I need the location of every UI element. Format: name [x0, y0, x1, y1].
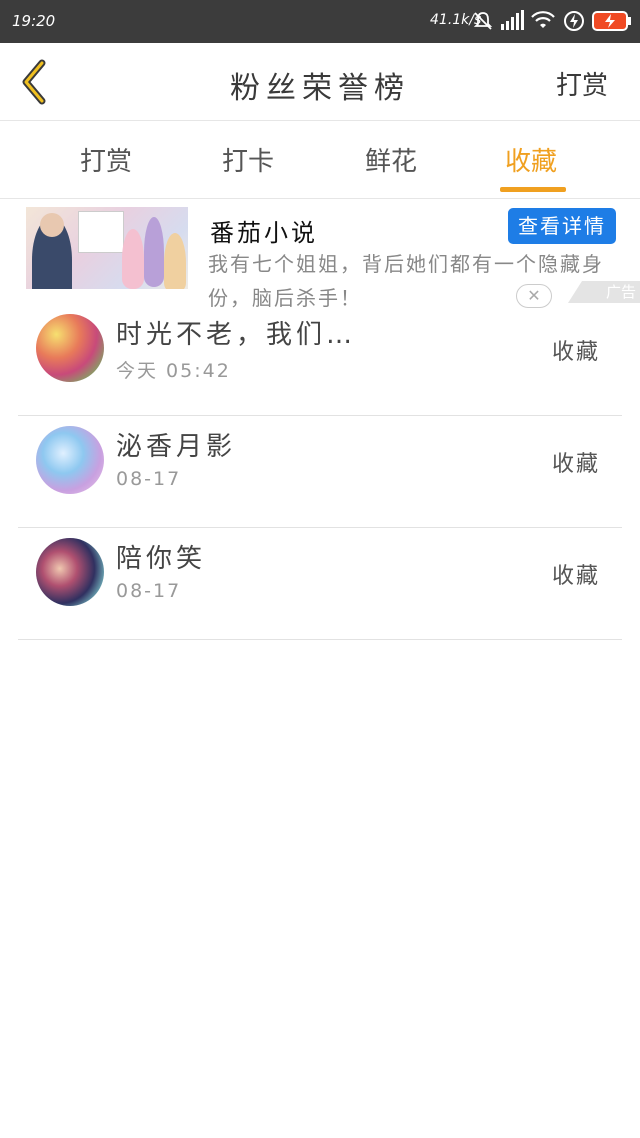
- page-title: 粉丝荣誉榜: [230, 71, 410, 106]
- reward-button[interactable]: 打赏: [556, 65, 608, 102]
- status-time: 19:20: [12, 12, 56, 30]
- avatar[interactable]: [36, 538, 104, 606]
- list-item[interactable]: 陪你笑 08-17 收藏: [18, 528, 622, 640]
- tab-reward[interactable]: 打赏: [56, 141, 156, 178]
- item-time: 08-17: [116, 580, 182, 602]
- user-name: 泌香月影: [116, 432, 237, 462]
- ad-title: 番茄小说: [210, 219, 318, 247]
- item-time: 今天 05:42: [116, 360, 231, 382]
- data-saver-icon: [564, 11, 584, 31]
- user-name: 陪你笑: [116, 544, 207, 574]
- tab-bar: 打赏 打卡 鲜花 收藏: [0, 121, 640, 199]
- item-action-label: 收藏: [551, 452, 600, 477]
- ad-details-button[interactable]: 查看详情: [508, 208, 616, 244]
- signal-icon: [501, 10, 524, 30]
- item-action-label: 收藏: [551, 564, 600, 589]
- ad-image[interactable]: [26, 207, 188, 303]
- ad-banner[interactable]: 番茄小说 我有七个姐姐，背后她们都有一个隐藏身份，脑后杀手！ 查看详情 ✕ 广告: [0, 199, 640, 310]
- active-tab-indicator: [500, 187, 566, 192]
- mute-bell-icon: [473, 12, 493, 30]
- app-header: 粉丝荣誉榜 打赏: [0, 43, 640, 121]
- status-bar: 19:20 41.1k/s: [0, 0, 640, 43]
- tab-flowers[interactable]: 鲜花: [341, 141, 441, 178]
- battery-charging-icon: [592, 11, 631, 31]
- avatar[interactable]: [36, 426, 104, 494]
- item-time: 08-17: [116, 468, 182, 490]
- user-name: 时光不老，我们…: [116, 320, 357, 350]
- item-action-label: 收藏: [551, 340, 600, 365]
- avatar[interactable]: [36, 314, 104, 382]
- list-item[interactable]: 时光不老，我们… 今天 05:42 收藏: [18, 304, 622, 416]
- tab-checkin[interactable]: 打卡: [198, 141, 298, 178]
- wifi-icon: [531, 11, 555, 28]
- list-item[interactable]: 泌香月影 08-17 收藏: [18, 416, 622, 528]
- tab-favorites[interactable]: 收藏: [481, 141, 581, 178]
